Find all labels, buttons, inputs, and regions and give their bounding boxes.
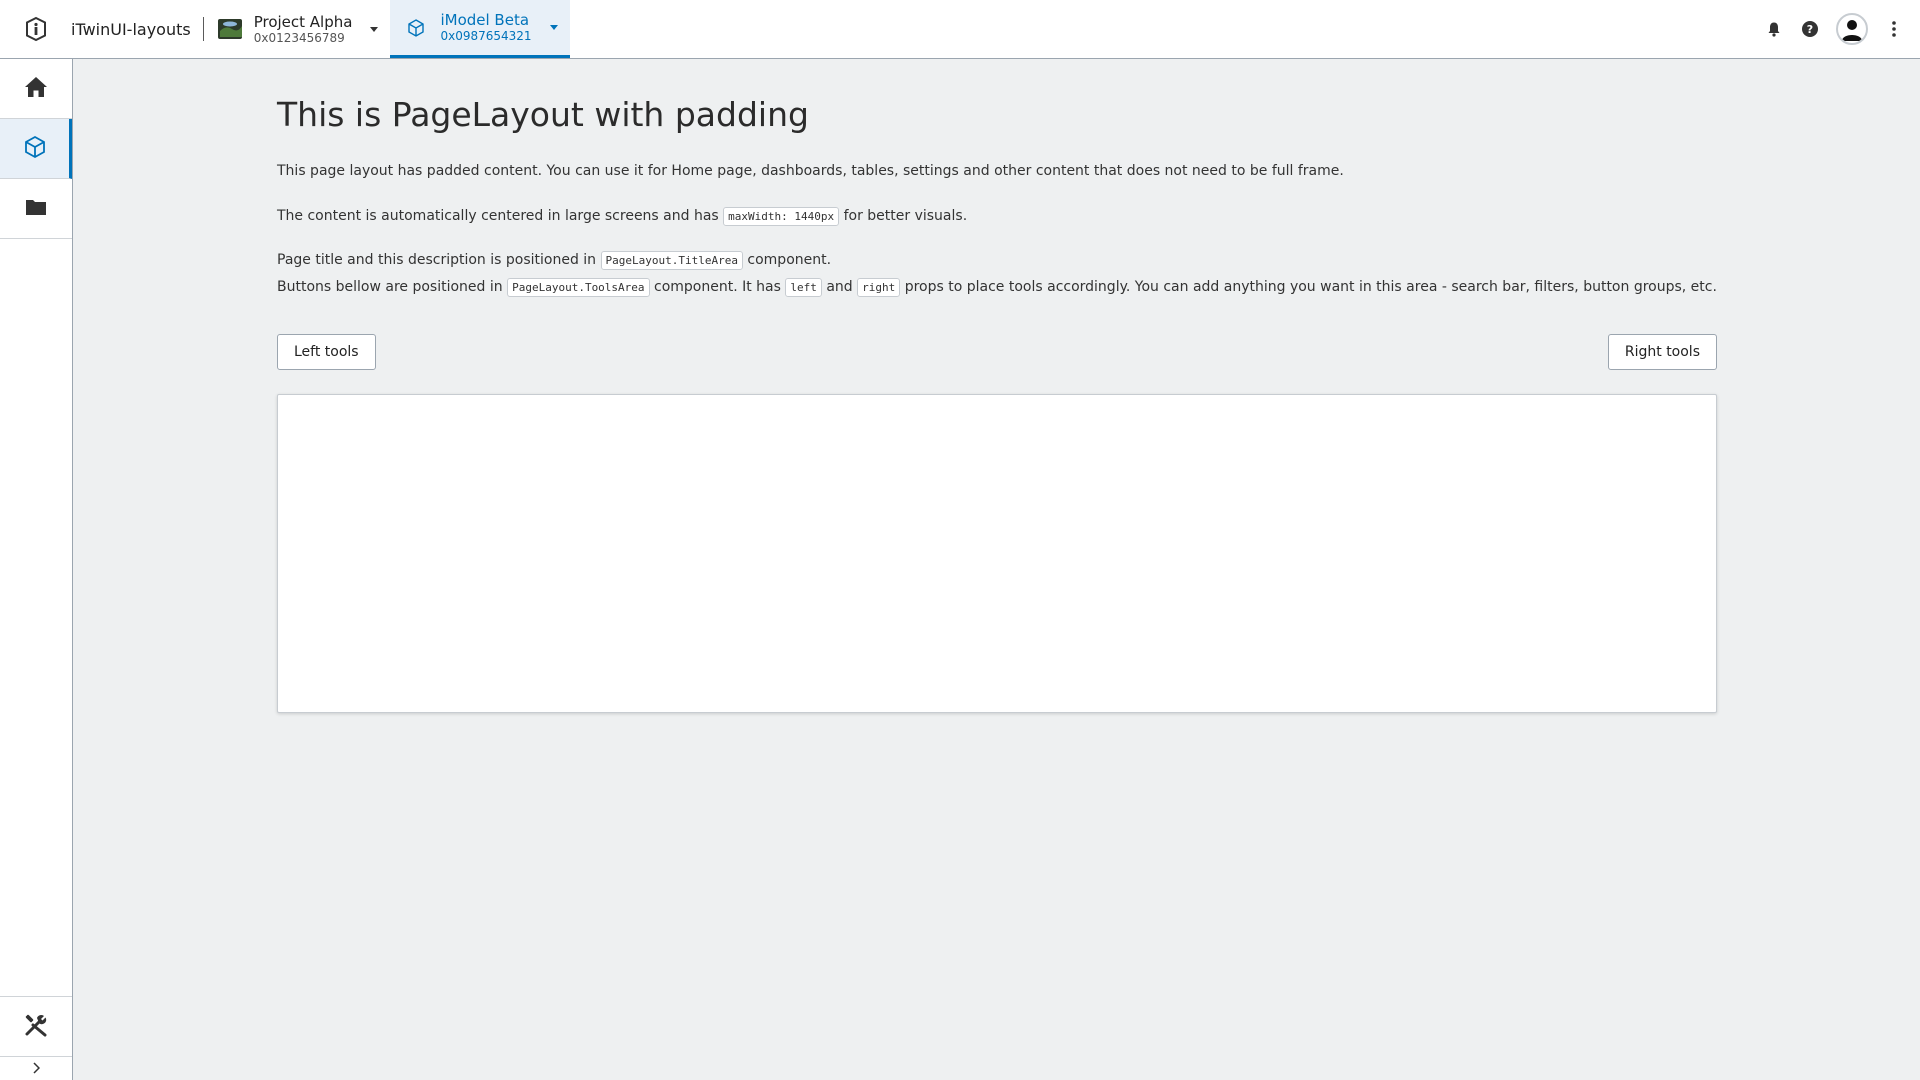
sidebar-item-home[interactable] bbox=[0, 59, 72, 119]
header: iTwinUI-layouts Project Alpha 0x01234567… bbox=[0, 0, 1920, 59]
bell-icon[interactable] bbox=[1756, 11, 1792, 47]
imodel-cube-icon bbox=[402, 14, 430, 42]
header-divider bbox=[202, 17, 204, 41]
project-selector[interactable]: Project Alpha 0x0123456789 bbox=[216, 0, 391, 58]
description-text: component. It has bbox=[654, 278, 781, 295]
project-id: 0x0123456789 bbox=[253, 30, 345, 45]
home-icon bbox=[24, 76, 48, 102]
description-text: Buttons bellow are positioned in bbox=[277, 278, 503, 295]
logo-icon[interactable] bbox=[0, 0, 71, 58]
code-snippet: right bbox=[857, 277, 901, 297]
description-text: and bbox=[826, 278, 853, 295]
left-tools-button[interactable]: Left tools bbox=[277, 334, 376, 371]
description-text: component. bbox=[747, 252, 832, 269]
sidebar bbox=[0, 59, 73, 1080]
tools-icon bbox=[23, 1012, 49, 1042]
project-thumbnail-icon bbox=[216, 15, 244, 43]
description-text: props to place tools accordingly. You ca… bbox=[904, 278, 1717, 295]
folder-icon bbox=[25, 198, 47, 220]
content-panel bbox=[277, 394, 1717, 714]
avatar[interactable] bbox=[1836, 13, 1868, 45]
imodel-icon bbox=[23, 135, 47, 163]
description-paragraph-1: This page layout has padded content. You… bbox=[277, 158, 1717, 185]
chevron-down-icon bbox=[549, 25, 558, 30]
code-snippet: PageLayout.TitleArea bbox=[600, 251, 743, 271]
tools-area: Left tools Right tools bbox=[277, 334, 1717, 371]
page-title: This is PageLayout with padding bbox=[277, 95, 809, 134]
svg-text:?: ? bbox=[1807, 23, 1813, 36]
imodel-name: iModel Beta bbox=[440, 11, 530, 30]
chevron-down-icon bbox=[370, 26, 379, 32]
description-paragraph-2: The content is automatically centered in… bbox=[277, 203, 1717, 230]
sidebar-item-imodel[interactable] bbox=[0, 119, 72, 179]
imodel-selector[interactable]: iModel Beta 0x0987654321 bbox=[390, 0, 570, 58]
app-title[interactable]: iTwinUI-layouts bbox=[71, 0, 203, 58]
help-icon[interactable]: ? bbox=[1792, 11, 1828, 47]
page-content: This is PageLayout with padding This pag… bbox=[277, 59, 1717, 714]
code-snippet: PageLayout.ToolsArea bbox=[507, 277, 650, 297]
sidebar-item-files[interactable] bbox=[0, 179, 72, 239]
description-text: for better visuals. bbox=[843, 207, 968, 224]
code-snippet: maxWidth: 1440px bbox=[723, 206, 840, 226]
sidebar-expand-button[interactable] bbox=[0, 1056, 72, 1080]
more-icon[interactable] bbox=[1876, 11, 1912, 47]
sidebar-item-tools[interactable] bbox=[0, 996, 72, 1056]
description-text: Page title and this description is posit… bbox=[277, 252, 597, 269]
right-tools-button[interactable]: Right tools bbox=[1607, 334, 1717, 371]
description-text: The content is automatically centered in… bbox=[277, 207, 719, 224]
chevron-right-icon bbox=[32, 1059, 41, 1078]
code-snippet: left bbox=[785, 277, 822, 297]
description-text: This page layout has padded content. You… bbox=[277, 163, 1344, 179]
imodel-id: 0x0987654321 bbox=[440, 29, 532, 44]
description-paragraph-3: Page title and this description is posit… bbox=[277, 247, 1717, 300]
project-name: Project Alpha bbox=[253, 12, 353, 31]
